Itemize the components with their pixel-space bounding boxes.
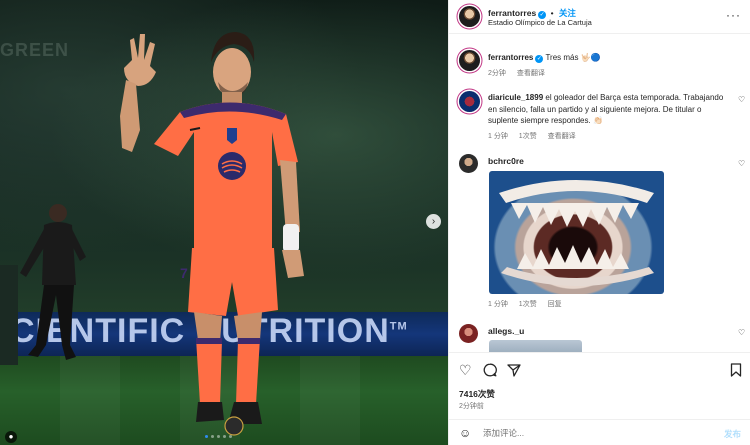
shark-jaws-graphic bbox=[499, 180, 654, 286]
likes-count[interactable]: 7416次赞 bbox=[459, 388, 495, 400]
carousel-dot bbox=[223, 435, 226, 438]
verified-badge-icon: ✓ bbox=[535, 55, 544, 63]
comment-username[interactable]: allegs._u bbox=[488, 326, 524, 336]
posted-time: 2分钟前 bbox=[459, 403, 484, 410]
post-side-panel: ferrantorres ✓ • 关注 Estadio Olímpico de L… bbox=[448, 0, 750, 445]
comment-avatar[interactable] bbox=[459, 91, 480, 112]
comment-username[interactable]: diaricule_1899 bbox=[488, 93, 543, 102]
comment-input[interactable] bbox=[483, 426, 683, 440]
comment-avatar[interactable] bbox=[459, 324, 478, 343]
carousel-dots bbox=[205, 435, 232, 438]
comment-meta: 1 分钟 1次赞 查看翻译 bbox=[488, 131, 585, 141]
comment-like-heart-icon[interactable]: ♡ bbox=[738, 160, 746, 168]
separator: • bbox=[550, 8, 554, 18]
caption-time: 2分钟 bbox=[488, 70, 506, 77]
comment-image-shark[interactable] bbox=[489, 171, 664, 294]
post-actions: ♡ 7416次赞 2分钟前 ☺ 发布 bbox=[449, 352, 750, 445]
comment-meta: 1 分钟 1次赞 回复 bbox=[488, 299, 571, 309]
post-comment-button[interactable]: 发布 bbox=[724, 428, 741, 440]
bookmark-icon[interactable] bbox=[729, 363, 743, 377]
post-photo[interactable]: GREEN CIENTIFIC NUTRITIONTM 7 › ● bbox=[0, 0, 448, 445]
caption-emojis: 🤟🏻🔵 bbox=[580, 53, 601, 62]
heart-icon[interactable]: ♡ bbox=[459, 363, 473, 377]
location-link[interactable]: Estadio Olímpico de La Cartuja bbox=[488, 18, 592, 27]
user-tag-icon: ● bbox=[8, 432, 14, 441]
carousel-dot bbox=[229, 435, 232, 438]
user-tag-button[interactable]: ● bbox=[5, 431, 17, 443]
comment-reply-link[interactable]: 回复 bbox=[548, 301, 562, 308]
post-header: ferrantorres ✓ • 关注 Estadio Olímpico de L… bbox=[449, 0, 750, 34]
comment-time: 1 分钟 bbox=[488, 301, 508, 308]
comment-like-heart-icon[interactable]: ♡ bbox=[738, 329, 746, 337]
svg-text:7: 7 bbox=[180, 265, 188, 281]
caption-meta: 2分钟 查看翻译 bbox=[488, 68, 554, 78]
comment-likes[interactable]: 1次赞 bbox=[519, 133, 537, 140]
comment-username[interactable]: bchrc0re bbox=[488, 156, 524, 166]
comment-time: 1 分钟 bbox=[488, 133, 508, 140]
follow-button[interactable]: 关注 bbox=[559, 8, 576, 18]
comment-like-heart-icon[interactable]: ♡ bbox=[738, 96, 746, 104]
caption-translate-link[interactable]: 查看翻译 bbox=[517, 70, 545, 77]
comment-image-partial[interactable] bbox=[489, 340, 582, 352]
comment-composer: ☺ 发布 bbox=[449, 419, 750, 445]
comment-icon[interactable] bbox=[483, 363, 497, 377]
author-avatar[interactable] bbox=[459, 6, 480, 27]
share-icon[interactable] bbox=[507, 363, 521, 377]
comment-avatar[interactable] bbox=[459, 154, 478, 173]
instagram-post-viewer: GREEN CIENTIFIC NUTRITIONTM 7 › ● ferran… bbox=[0, 0, 750, 445]
author-username[interactable]: ferrantorres bbox=[488, 8, 536, 18]
comment-translate-link[interactable]: 查看翻译 bbox=[548, 133, 576, 140]
caption-username[interactable]: ferrantorres bbox=[488, 53, 533, 62]
chevron-right-icon: › bbox=[431, 216, 436, 227]
comment-likes[interactable]: 1次赞 bbox=[519, 301, 537, 308]
emoji-icon[interactable]: ☺ bbox=[459, 427, 471, 439]
main-player: 7 bbox=[120, 32, 304, 436]
carousel-dot bbox=[205, 435, 208, 438]
carousel-dot bbox=[217, 435, 220, 438]
stadium-ad-top: GREEN bbox=[0, 40, 70, 60]
background-player bbox=[0, 204, 86, 365]
next-photo-button[interactable]: › bbox=[426, 214, 441, 229]
more-options-icon[interactable]: ··· bbox=[726, 8, 741, 22]
caption-avatar[interactable] bbox=[459, 50, 480, 71]
caption-text: ferrantorres ✓ Tres más 🤟🏻🔵 bbox=[488, 52, 738, 64]
caption-body: Tres más bbox=[545, 53, 579, 62]
carousel-dot bbox=[211, 435, 214, 438]
comment-text: diaricule_1899 el goleador del Barça est… bbox=[488, 92, 728, 127]
